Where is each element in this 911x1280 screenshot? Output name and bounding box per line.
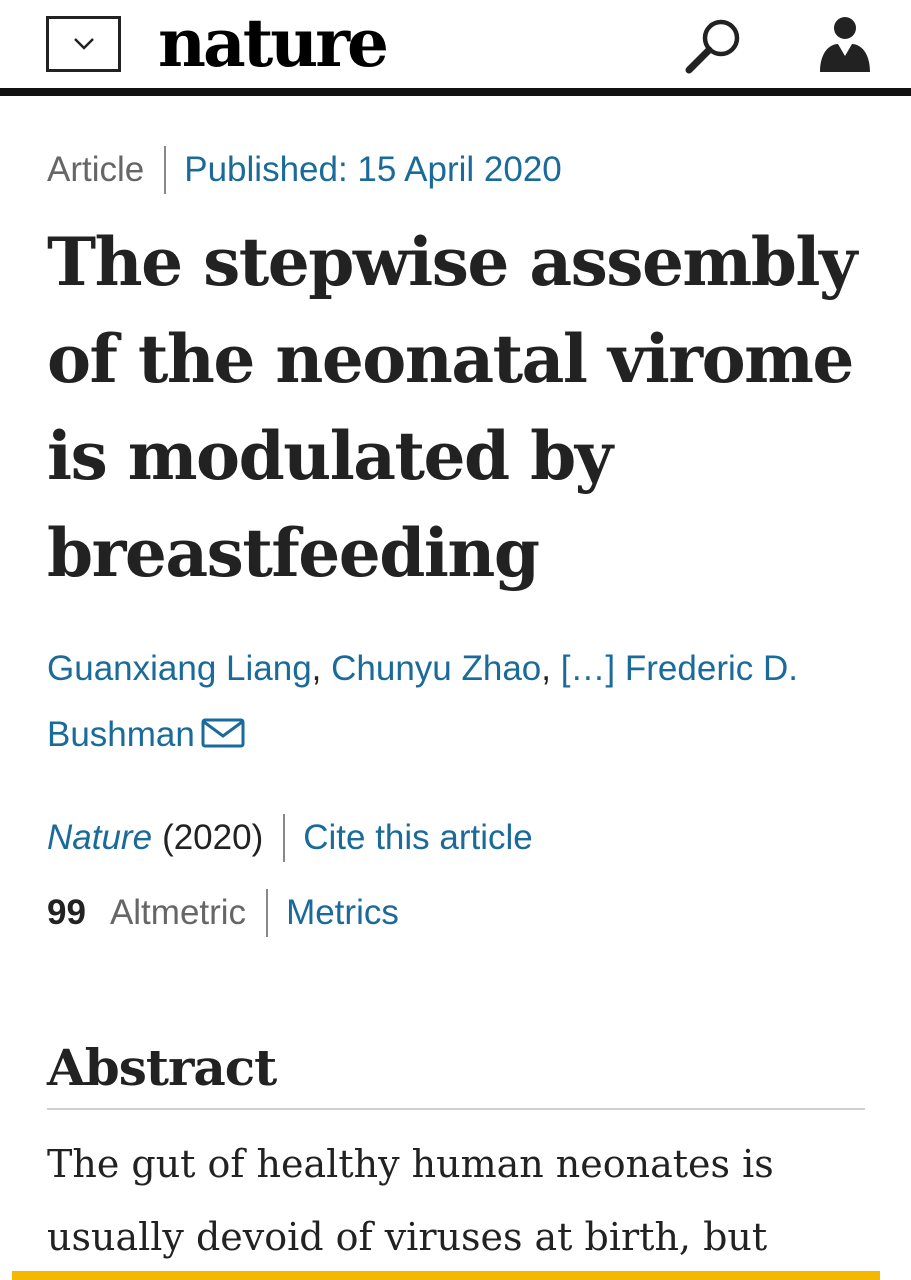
article-title: The stepwise assembly of the neonatal vi… (47, 223, 857, 592)
metrics-divider (266, 889, 269, 937)
altmetric-label: Altmetric (109, 893, 247, 932)
header-divider (0, 88, 911, 96)
search-icon (685, 19, 740, 74)
published-date: Published: 15 April 2020 (184, 150, 562, 189)
abstract-text: The gut of healthy human neonates is usu… (47, 1142, 774, 1259)
author-separator: , (311, 649, 332, 688)
site-logo[interactable]: nature (158, 0, 389, 86)
site-header: nature (0, 0, 911, 96)
citation-divider (283, 814, 286, 862)
abstract-divider (47, 1108, 865, 1110)
user-icon (820, 17, 870, 72)
author-separator: , (541, 649, 561, 688)
account-button[interactable] (812, 12, 878, 78)
abstract-heading: Abstract (47, 1038, 277, 1097)
metrics-line: 99 Altmetric Metrics (47, 889, 399, 937)
altmetric-score: 99 (47, 893, 86, 932)
expand-authors-button[interactable]: […] (561, 649, 615, 688)
journal-name[interactable]: Nature (47, 818, 152, 858)
citation-line: Nature (2020) Cite this article (47, 814, 533, 862)
author-link[interactable]: Chunyu Zhao (331, 649, 541, 688)
author-link[interactable]: Guanxiang Liang (47, 649, 312, 688)
article-type: Article (47, 150, 145, 189)
menu-toggle-button[interactable] (46, 16, 121, 72)
cite-this-article-link[interactable]: Cite this article (303, 818, 533, 858)
meta-divider (164, 146, 167, 194)
bottom-accent-bar (12, 1271, 880, 1280)
mail-icon[interactable] (201, 718, 245, 748)
article-meta: Article Published: 15 April 2020 (47, 146, 562, 194)
chevron-down-icon (73, 38, 94, 50)
author-list: Guanxiang Liang, Chunyu Zhao, […] Freder… (47, 636, 877, 768)
publication-year: (2020) (162, 818, 264, 857)
metrics-link[interactable]: Metrics (286, 893, 399, 933)
search-button[interactable] (681, 12, 747, 78)
